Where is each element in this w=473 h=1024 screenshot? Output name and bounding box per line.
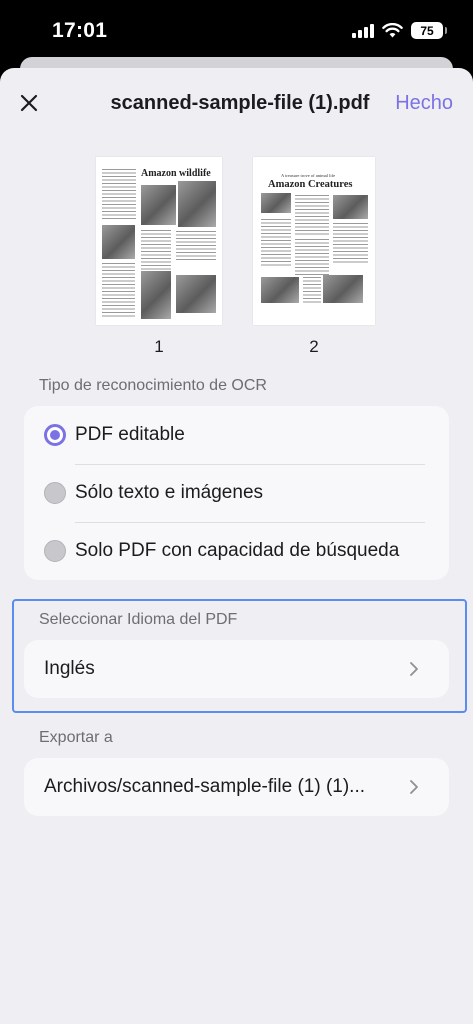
language-section-label: Seleccionar Idioma del PDF	[39, 611, 238, 628]
file-title: scanned-sample-file (1).pdf	[110, 92, 370, 114]
page-1-photo-4	[141, 271, 171, 319]
page-2-text	[261, 219, 291, 267]
ocr-sheet: scanned-sample-file (1).pdf Hecho Amazon…	[0, 68, 473, 1024]
page-2-photo-3	[261, 277, 299, 303]
status-time: 17:01	[52, 19, 108, 42]
language-selector[interactable]: Inglés	[24, 640, 449, 698]
ocr-option-label: Sólo texto e imágenes	[75, 482, 264, 503]
wifi-icon	[382, 23, 403, 38]
page-thumbnail-1[interactable]: Amazon wildlife	[96, 157, 222, 325]
radio-unselected-icon[interactable]	[44, 482, 66, 504]
page-2-text	[295, 195, 329, 235]
ocr-options-card: PDF editable Sólo texto e imágenes Solo …	[24, 406, 449, 580]
ocr-option-label: PDF editable	[75, 424, 185, 445]
language-row[interactable]: Inglés	[24, 640, 449, 698]
ocr-option-label: Solo PDF con capacidad de búsqueda	[75, 540, 400, 561]
page-1-photo-5	[176, 275, 216, 313]
page-2-text	[303, 277, 321, 303]
page-2-title: Amazon Creatures	[268, 179, 353, 190]
ocr-option-searchable-pdf[interactable]: Solo PDF con capacidad de búsqueda	[24, 522, 449, 580]
page-1-photo-3	[102, 225, 135, 259]
status-icons: 75	[352, 22, 447, 39]
page-2-text	[295, 239, 329, 275]
page-2-photo-2	[333, 195, 368, 219]
export-selector[interactable]: Archivos/scanned-sample-file (1) (1)...	[24, 758, 449, 816]
status-bar: 17:01 75	[0, 0, 473, 62]
ocr-type-label: Tipo de reconocimiento de OCR	[39, 377, 267, 394]
sheet-header: scanned-sample-file (1).pdf Hecho	[0, 68, 473, 140]
page-2-photo-1	[261, 193, 291, 213]
ocr-option-text-images[interactable]: Sólo texto e imágenes	[24, 464, 449, 522]
signal-icon	[352, 23, 374, 38]
page-thumbnail-2[interactable]: A treasure trove of animal life Amazon C…	[253, 157, 375, 325]
page-number-1: 1	[154, 337, 164, 356]
ocr-option-editable-pdf[interactable]: PDF editable	[24, 406, 449, 464]
radio-selected-icon[interactable]	[44, 424, 66, 446]
language-value: Inglés	[44, 658, 95, 679]
page-1-title: Amazon wildlife	[141, 168, 211, 179]
page-2-subtitle: A treasure trove of animal life	[281, 173, 336, 178]
export-row[interactable]: Archivos/scanned-sample-file (1) (1)...	[24, 758, 449, 816]
page-2-photo-4	[323, 275, 363, 303]
page-1-text	[102, 263, 135, 319]
page-number-2: 2	[309, 337, 319, 356]
chevron-right-icon	[410, 780, 418, 794]
page-1-text	[141, 230, 171, 275]
page-1-photo-1	[141, 185, 176, 225]
close-icon	[20, 94, 38, 112]
battery-icon: 75	[411, 22, 447, 39]
done-button[interactable]: Hecho	[395, 92, 453, 115]
page-1-photo-2	[178, 181, 216, 227]
chevron-right-icon	[410, 662, 418, 676]
page-2-text	[333, 223, 368, 263]
page-1-text	[102, 169, 136, 219]
export-path: Archivos/scanned-sample-file (1) (1)...	[44, 776, 365, 797]
radio-unselected-icon[interactable]	[44, 540, 66, 562]
export-section-label: Exportar a	[39, 729, 113, 746]
close-button[interactable]	[14, 88, 44, 118]
page-1-text	[176, 231, 216, 261]
